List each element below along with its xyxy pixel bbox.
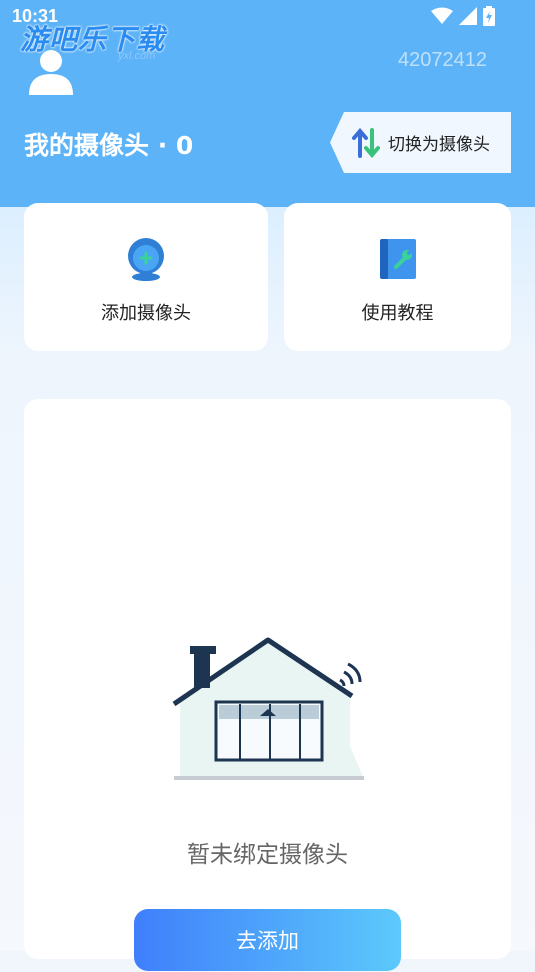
user-id: 42072412 [398,49,487,71]
add-camera-card[interactable]: 添加摄像头 [24,203,268,351]
watermark-sub: yxl.com [118,50,156,62]
empty-state-message: 暂未绑定摄像头 [187,842,348,868]
status-icons [431,6,495,26]
go-add-button[interactable]: 去添加 [134,909,401,971]
signal-icon [459,7,477,25]
tutorial-card[interactable]: 使用教程 [284,203,511,351]
webcam-icon [128,238,164,281]
camera-list-card: 暂未绑定摄像头 去添加 [24,399,511,971]
add-camera-label: 添加摄像头 [101,303,191,324]
wifi-icon [431,7,453,24]
page-title: 我的摄像头 · 0 [24,131,194,160]
house-with-camera-illustration [172,637,364,780]
switch-arrows-icon [352,127,380,158]
switch-to-camera-button[interactable]: 切换为摄像头 [330,112,511,173]
switch-button-label: 切换为摄像头 [388,135,490,155]
tutorial-label: 使用教程 [361,303,434,324]
tutorial-book-icon [379,239,416,279]
battery-icon [483,6,495,26]
avatar-icon[interactable] [26,46,76,96]
